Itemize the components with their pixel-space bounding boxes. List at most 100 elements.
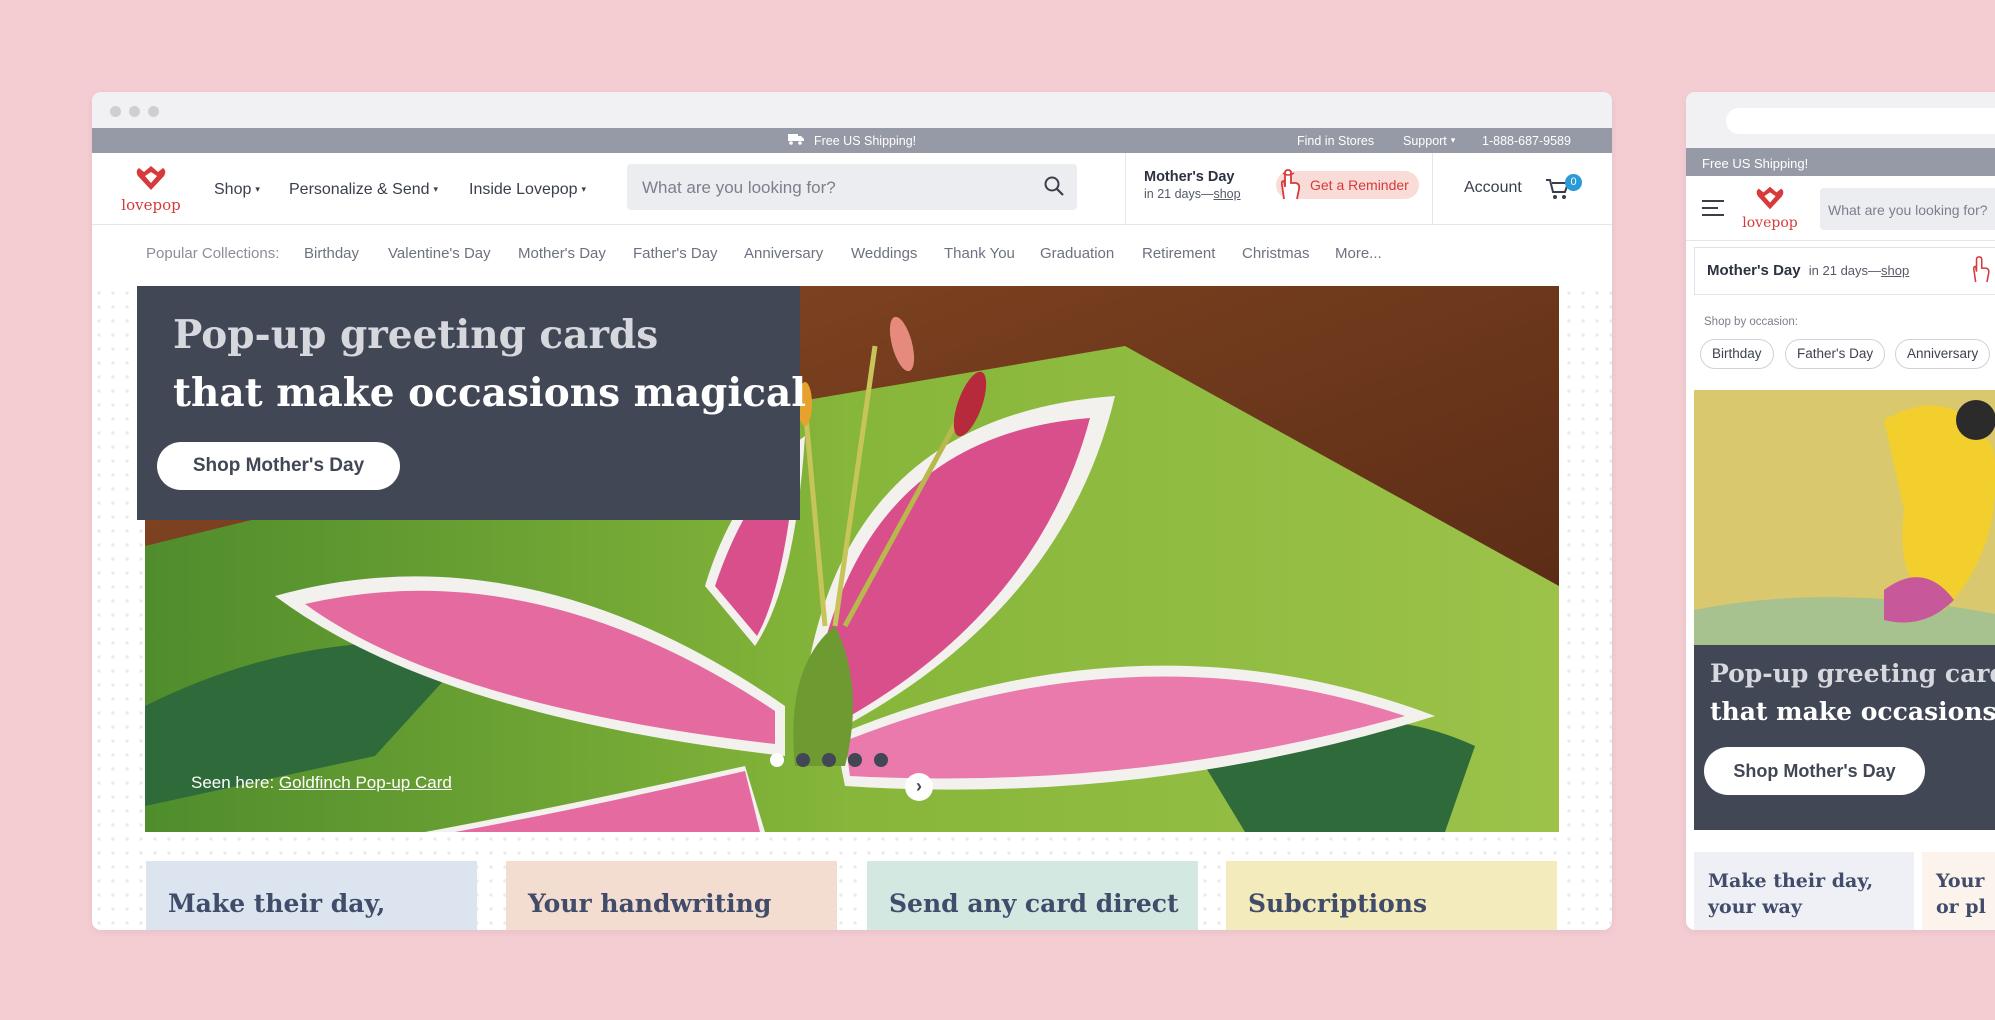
chip-birthday[interactable]: Birthday: [1700, 339, 1774, 369]
feature-card-3[interactable]: Send any card direct: [867, 861, 1198, 930]
window-dot-close[interactable]: [110, 106, 121, 117]
chevron-down-icon: ▾: [255, 184, 260, 194]
mobile-promo-shop-link[interactable]: shop: [1881, 263, 1909, 278]
cart-count-badge: 0: [1565, 174, 1582, 191]
feature-card-title: Subcriptions: [1248, 889, 1428, 918]
window-dot-maximize[interactable]: [148, 106, 159, 117]
feature-card-2[interactable]: Your handwriting: [506, 861, 837, 930]
search-input[interactable]: What are you looking for?: [642, 178, 836, 198]
popular-collections-bar: Popular Collections: Birthday Valentine'…: [92, 225, 1612, 286]
lovepop-logo[interactable]: lovepop: [119, 163, 183, 214]
mobile-browser-window: Free US Shipping! lovepop What are you l…: [1686, 92, 1995, 930]
nav-personalize[interactable]: Personalize & Send ▾: [289, 181, 438, 199]
collection-fathers-day[interactable]: Father's Day: [633, 245, 718, 262]
reminder-label: Get a Reminder: [1310, 177, 1409, 193]
mobile-shop-mothers-day-button[interactable]: Shop Mother's Day: [1704, 747, 1925, 795]
get-reminder-button[interactable]: Get a Reminder: [1276, 169, 1419, 200]
carousel-dot-4[interactable]: [848, 753, 862, 767]
mobile-hero-headline-panel: Pop-up greeting card that make occasions…: [1694, 645, 1995, 830]
chevron-down-icon: ▾: [433, 184, 439, 194]
collection-thank-you[interactable]: Thank You: [944, 245, 1015, 262]
carousel-dot-5[interactable]: [874, 753, 888, 767]
collection-retirement[interactable]: Retirement: [1142, 245, 1215, 262]
nav-personalize-label: Personalize & Send: [289, 181, 430, 198]
truck-icon: [788, 133, 804, 148]
collection-mothers-day[interactable]: Mother's Day: [518, 245, 606, 262]
mobile-free-shipping-text: Free US Shipping!: [1702, 156, 1809, 171]
window-dot-minimize[interactable]: [129, 106, 140, 117]
promo-shop-link[interactable]: shop: [1213, 187, 1240, 201]
hero-section: Seen here: Goldfinch Pop-up Card Pop-up …: [92, 286, 1612, 930]
mobile-announcement-bar: Free US Shipping!: [1686, 148, 1995, 176]
shop-by-occasion-label: Shop by occasion:: [1704, 316, 1798, 328]
chip-fathers-day[interactable]: Father's Day: [1785, 339, 1886, 369]
mobile-lovepop-logo[interactable]: lovepop: [1738, 184, 1802, 231]
mobile-search-input[interactable]: What are you looking for?: [1820, 188, 1995, 230]
collection-graduation[interactable]: Graduation: [1040, 245, 1114, 262]
search-bar[interactable]: What are you looking for?: [627, 164, 1077, 210]
collection-weddings[interactable]: Weddings: [851, 245, 917, 262]
mobile-hero-line1: Pop-up greeting card: [1710, 659, 1995, 688]
mobile-promo-title: Mother's Day: [1707, 262, 1801, 279]
mobile-url-bar[interactable]: [1726, 108, 1995, 134]
promo-title: Mother's Day: [1144, 169, 1235, 185]
goldfinch-card-link[interactable]: Goldfinch Pop-up Card: [279, 773, 452, 792]
nav-inside-lovepop[interactable]: Inside Lovepop ▾: [469, 181, 586, 199]
nav-shop[interactable]: Shop ▾: [214, 181, 260, 199]
desktop-browser-window: Free US Shipping! Find in Stores Support…: [92, 92, 1612, 930]
feature-card-title: Make their day,: [168, 889, 386, 918]
seen-here-caption: Seen here: Goldfinch Pop-up Card: [191, 773, 452, 793]
mothers-day-promo: Mother's Day in 21 days—shop: [1144, 169, 1241, 201]
collection-valentines-day[interactable]: Valentine's Day: [388, 245, 491, 262]
feature-card-4[interactable]: Subcriptions: [1226, 861, 1557, 930]
collections-label: Popular Collections:: [146, 245, 280, 262]
hero-headline-line2: that make occasions magical: [173, 370, 807, 416]
mobile-promo-countdown: in 21 days—: [1808, 263, 1882, 278]
heart-fox-icon: [136, 166, 166, 190]
feature-card-title: Your handwriting: [528, 889, 772, 918]
carousel-dot-2[interactable]: [796, 753, 810, 767]
main-nav: lovepop Shop ▾ Personalize & Send ▾ Inside…: [92, 153, 1612, 225]
chevron-down-icon: ▾: [581, 184, 587, 194]
carousel-dot-1[interactable]: [770, 753, 784, 767]
find-in-stores-link[interactable]: Find in Stores: [1297, 134, 1374, 148]
carousel-next-arrow-icon[interactable]: ›: [905, 773, 933, 801]
promo-countdown: in 21 days—: [1144, 187, 1214, 201]
mobile-feature-card-1[interactable]: Make their day, your way: [1694, 852, 1914, 930]
collection-more[interactable]: More...: [1335, 245, 1382, 262]
hamburger-menu-icon[interactable]: [1702, 200, 1724, 221]
hero-headline-line1: Pop-up greeting cards: [173, 312, 659, 358]
mobile-mothers-day-promo: Mother's Day in 21 days—shop: [1694, 247, 1995, 295]
mobile-card-line: your way: [1708, 896, 1802, 918]
mobile-hero-line2: that make occasions: [1710, 697, 1995, 726]
collection-christmas[interactable]: Christmas: [1242, 245, 1310, 262]
carousel-dot-3[interactable]: [822, 753, 836, 767]
feature-card-title: Send any card direct: [889, 889, 1179, 918]
account-link[interactable]: Account: [1464, 179, 1522, 197]
support-menu[interactable]: Support ▾: [1403, 134, 1455, 148]
seen-here-prefix: Seen here:: [191, 773, 279, 792]
finger-string-icon[interactable]: [1967, 254, 1993, 288]
nav-divider: [1125, 153, 1126, 225]
phone-number[interactable]: 1-888-687-9589: [1482, 134, 1571, 148]
mobile-card-line: Make their day,: [1708, 870, 1874, 892]
nav-shop-label: Shop: [214, 181, 252, 198]
search-icon[interactable]: [1043, 175, 1065, 202]
mobile-logo-wordmark: lovepop: [1742, 215, 1798, 231]
mobile-hero-goldfinch-image: [1694, 390, 1995, 645]
chip-anniversary[interactable]: Anniversary: [1895, 339, 1991, 369]
feature-card-1[interactable]: Make their day,: [146, 861, 477, 930]
mobile-card-line: Your: [1936, 870, 1985, 892]
mobile-feature-card-2[interactable]: Your or pl: [1922, 852, 1995, 930]
mobile-card-line: or pl: [1936, 896, 1986, 918]
nav-divider: [1432, 153, 1433, 225]
shop-mothers-day-button[interactable]: Shop Mother's Day: [157, 442, 400, 490]
support-label: Support: [1403, 134, 1447, 148]
collection-anniversary[interactable]: Anniversary: [744, 245, 823, 262]
mobile-browser-chrome: [1686, 92, 1995, 148]
nav-inside-label: Inside Lovepop: [469, 181, 578, 198]
chevron-down-icon: ▾: [1450, 135, 1456, 145]
collection-birthday[interactable]: Birthday: [304, 245, 359, 262]
browser-chrome: [92, 92, 1612, 128]
logo-wordmark: lovepop: [121, 196, 181, 214]
